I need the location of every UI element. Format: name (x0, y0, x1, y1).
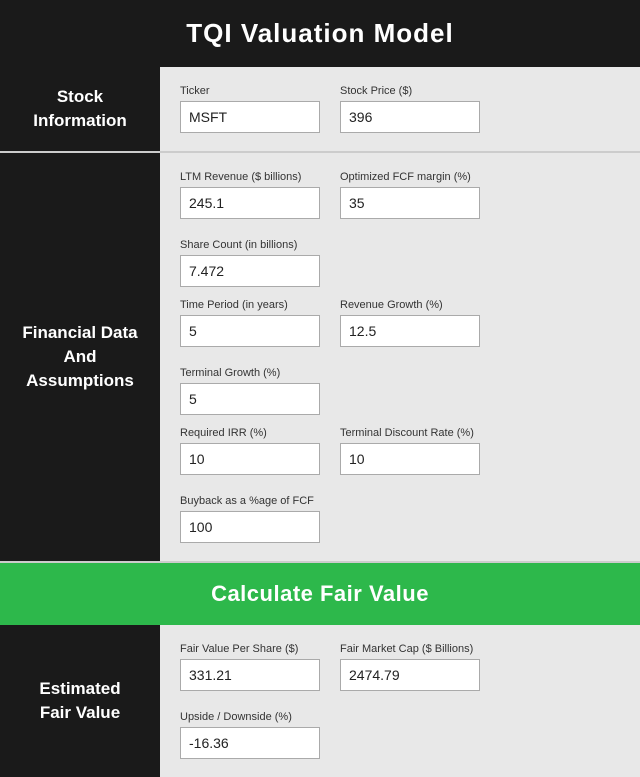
stock-price-group: Stock Price ($) (340, 85, 480, 133)
buyback-input[interactable] (180, 511, 320, 543)
financial-data-section: Financial Data And Assumptions LTM Reven… (0, 153, 640, 563)
estimated-fair-value-label: Estimated Fair Value (0, 625, 160, 777)
fair-value-per-share-group: Fair Value Per Share ($) (180, 643, 320, 691)
revenue-growth-input[interactable] (340, 315, 480, 347)
fcf-margin-input[interactable] (340, 187, 480, 219)
stock-information-content: Ticker Stock Price ($) (160, 67, 640, 151)
terminal-discount-group: Terminal Discount Rate (%) (340, 427, 480, 475)
page-title: TQI Valuation Model (186, 18, 453, 48)
ltm-revenue-group: LTM Revenue ($ billions) (180, 171, 320, 219)
fcf-margin-label: Optimized FCF margin (%) (340, 171, 480, 183)
ticker-label: Ticker (180, 85, 320, 97)
ticker-input[interactable] (180, 101, 320, 133)
share-count-input[interactable] (180, 255, 320, 287)
ltm-revenue-input[interactable] (180, 187, 320, 219)
share-count-label: Share Count (in billions) (180, 239, 320, 251)
fair-value-per-share-label: Fair Value Per Share ($) (180, 643, 320, 655)
revenue-growth-label: Revenue Growth (%) (340, 299, 480, 311)
stock-information-label: Stock Information (0, 67, 160, 151)
upside-downside-label: Upside / Downside (%) (180, 711, 320, 723)
stock-price-input[interactable] (340, 101, 480, 133)
required-irr-input[interactable] (180, 443, 320, 475)
required-irr-label: Required IRR (%) (180, 427, 320, 439)
terminal-growth-input[interactable] (180, 383, 320, 415)
time-period-group: Time Period (in years) (180, 299, 320, 347)
share-count-group: Share Count (in billions) (180, 239, 320, 287)
financial-data-label: Financial Data And Assumptions (0, 153, 160, 561)
revenue-growth-group: Revenue Growth (%) (340, 299, 480, 347)
stock-information-section: Stock Information Ticker Stock Price ($) (0, 67, 640, 153)
estimated-fair-value-section: Estimated Fair Value Fair Value Per Shar… (0, 625, 640, 777)
stock-price-label: Stock Price ($) (340, 85, 480, 97)
fair-value-per-share-input[interactable] (180, 659, 320, 691)
financial-row-3: Required IRR (%) Terminal Discount Rate … (180, 427, 624, 543)
upside-downside-group: Upside / Downside (%) (180, 711, 320, 759)
estimated-fair-value-content: Fair Value Per Share ($) Fair Market Cap… (160, 625, 640, 777)
terminal-discount-input[interactable] (340, 443, 480, 475)
calculate-button[interactable]: Calculate Fair Value (0, 563, 640, 625)
fair-market-cap-group: Fair Market Cap ($ Billions) (340, 643, 480, 691)
buyback-group: Buyback as a %age of FCF (180, 495, 320, 543)
financial-data-content: LTM Revenue ($ billions) Optimized FCF m… (160, 153, 640, 561)
terminal-growth-group: Terminal Growth (%) (180, 367, 320, 415)
upside-downside-input[interactable] (180, 727, 320, 759)
fcf-margin-group: Optimized FCF margin (%) (340, 171, 480, 219)
page-header: TQI Valuation Model (0, 0, 640, 67)
buyback-label: Buyback as a %age of FCF (180, 495, 320, 507)
financial-row-2: Time Period (in years) Revenue Growth (%… (180, 299, 624, 415)
time-period-input[interactable] (180, 315, 320, 347)
financial-row-1: LTM Revenue ($ billions) Optimized FCF m… (180, 171, 624, 287)
calculate-button-label: Calculate Fair Value (211, 581, 429, 606)
fair-market-cap-label: Fair Market Cap ($ Billions) (340, 643, 480, 655)
fair-market-cap-input[interactable] (340, 659, 480, 691)
required-irr-group: Required IRR (%) (180, 427, 320, 475)
terminal-discount-label: Terminal Discount Rate (%) (340, 427, 480, 439)
ticker-group: Ticker (180, 85, 320, 133)
time-period-label: Time Period (in years) (180, 299, 320, 311)
ltm-revenue-label: LTM Revenue ($ billions) (180, 171, 320, 183)
terminal-growth-label: Terminal Growth (%) (180, 367, 320, 379)
